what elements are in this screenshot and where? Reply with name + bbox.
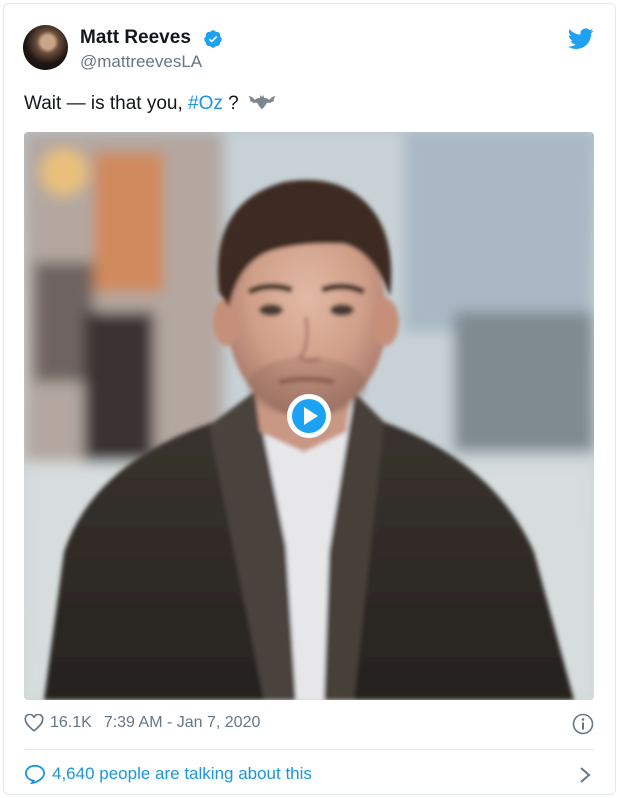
like-count[interactable]: 16.1K [50,714,92,732]
bat-emoji-icon [248,95,276,110]
info-icon[interactable] [572,713,594,735]
divider [24,749,594,750]
hashtag-link[interactable]: #Oz [188,93,223,114]
author-name[interactable]: Matt Reeves [80,27,191,49]
tweet-text-start: Wait — is that you, [24,93,189,114]
speech-bubble-icon [24,764,46,784]
verified-icon [204,30,222,48]
talking-count[interactable]: 4,640 people are talking about this [52,764,312,784]
timestamp[interactable]: 7:39 AM - Jan 7, 2020 [104,714,261,732]
author-handle[interactable]: @mattreevesLA [80,52,202,72]
conversation-link[interactable]: 4,640 people are talking about this [24,764,312,784]
avatar[interactable] [23,25,68,70]
chevron-right-icon[interactable] [578,765,592,785]
tweet-text-end: ? [222,93,239,114]
play-icon[interactable] [286,393,332,439]
likes-row: 16.1K 7:39 AM - Jan 7, 2020 [24,714,260,732]
tweet-text: Wait — is that you, #Oz ? [24,93,276,115]
twitter-bird-icon[interactable] [568,28,594,50]
heart-icon[interactable] [24,714,44,732]
